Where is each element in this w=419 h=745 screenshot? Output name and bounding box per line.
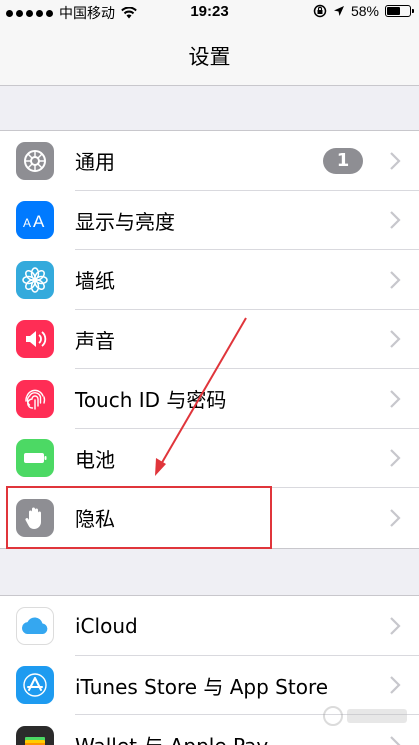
chevron-right-icon xyxy=(390,676,401,695)
wallet-icon xyxy=(16,725,54,745)
location-icon xyxy=(333,6,344,16)
battery-fill xyxy=(387,7,400,15)
privacy-highlight-box xyxy=(6,486,272,549)
rotation-lock-icon xyxy=(313,4,327,18)
chevron-right-icon xyxy=(390,449,401,468)
cloud-icon xyxy=(16,606,54,645)
gear-icon xyxy=(16,141,54,180)
settings-row-sounds[interactable]: 声音 xyxy=(0,310,419,369)
chevron-right-icon xyxy=(390,270,401,289)
settings-row-label: iCloud xyxy=(75,613,138,638)
fingerprint-icon xyxy=(16,379,54,418)
settings-row-label: Wallet 与 Apple Pay xyxy=(75,730,268,745)
settings-row-label: 显示与亮度 xyxy=(75,209,175,234)
settings-row-label: Touch ID 与密码 xyxy=(75,388,227,413)
chevron-right-icon xyxy=(390,616,401,635)
chevron-right-icon xyxy=(390,389,401,408)
speaker-icon xyxy=(16,320,54,359)
text-size-icon: A A xyxy=(16,201,54,240)
watermark-logo-icon xyxy=(323,706,407,726)
notification-badge: 1 xyxy=(323,147,363,174)
battery-icon xyxy=(16,439,54,478)
svg-text:A: A xyxy=(23,216,31,230)
nav-bar: 设置 xyxy=(0,24,419,86)
chevron-right-icon xyxy=(390,735,401,745)
settings-row-label: 墙纸 xyxy=(75,269,115,294)
status-bar: 中国移动 19:23 58% xyxy=(0,0,419,24)
settings-row-display[interactable]: A A 显示与亮度 xyxy=(0,191,419,250)
settings-row-label: iTunes Store 与 App Store xyxy=(75,674,329,699)
chevron-right-icon xyxy=(390,151,401,170)
settings-row-label: 通用 xyxy=(75,150,115,175)
settings-row-touch-id[interactable]: Touch ID 与密码 xyxy=(0,369,419,429)
settings-row-icloud[interactable]: iCloud xyxy=(0,596,419,656)
battery-percent: 58% xyxy=(350,3,379,19)
app-store-icon xyxy=(16,666,54,705)
settings-row-battery[interactable]: 电池 xyxy=(0,429,419,488)
settings-row-general[interactable]: 通用 1 xyxy=(0,131,419,191)
flower-icon xyxy=(16,260,54,299)
battery-icon xyxy=(385,5,414,17)
chevron-right-icon xyxy=(390,508,401,527)
settings-row-label: 电池 xyxy=(75,447,115,472)
page-title: 设置 xyxy=(188,45,231,69)
chevron-right-icon xyxy=(390,330,401,349)
settings-row-wallpaper[interactable]: 墙纸 xyxy=(0,250,419,310)
chevron-right-icon xyxy=(390,211,401,230)
settings-row-label: 声音 xyxy=(75,328,115,353)
status-right: 58% xyxy=(313,3,414,19)
svg-text:A: A xyxy=(33,212,45,231)
